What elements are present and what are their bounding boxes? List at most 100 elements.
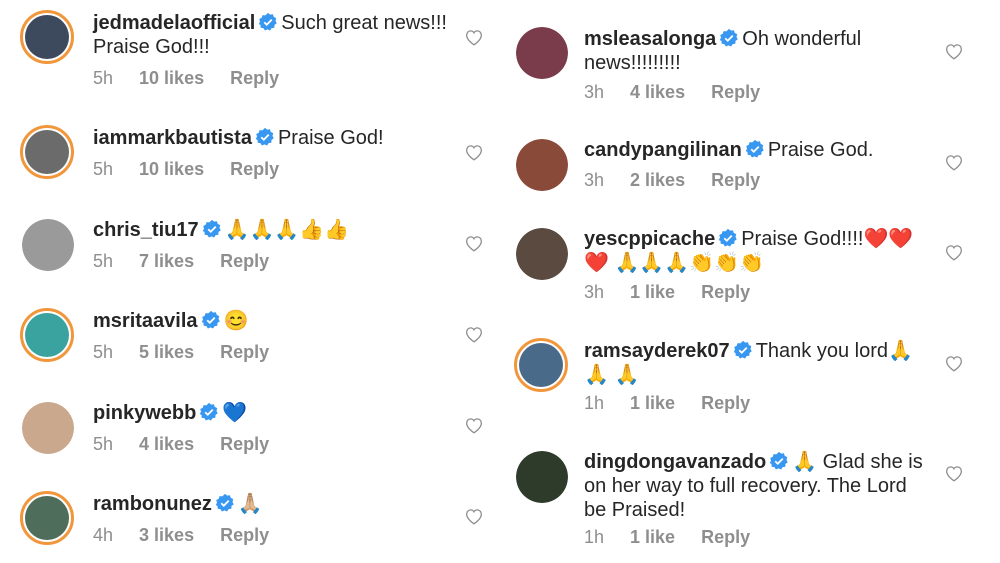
comment-time: 5h (93, 159, 114, 179)
verified-badge-icon (215, 493, 234, 512)
comment-meta: 3h 1 like Reply (584, 282, 776, 303)
comment-meta: 5h 5 likes Reply (93, 342, 295, 363)
heart-outline-icon[interactable] (944, 243, 964, 261)
heart-outline-icon[interactable] (464, 143, 484, 161)
comment-body: dingdongavanzado 🙏 Glad she is on her way… (584, 450, 934, 522)
comment-text: 🙏🙏🙏👍👍 (224, 219, 350, 241)
comment-meta: 3h 4 likes Reply (584, 82, 786, 103)
username[interactable]: rambonunez (93, 493, 212, 515)
comment-time: 4h (93, 525, 114, 545)
username[interactable]: pinkywebb (93, 402, 196, 424)
avatar[interactable] (22, 219, 74, 271)
verified-badge-icon (769, 451, 788, 470)
heart-outline-icon[interactable] (944, 153, 964, 171)
heart-outline-icon[interactable] (944, 354, 964, 372)
reply-button[interactable]: Reply (230, 159, 279, 179)
reply-button[interactable]: Reply (711, 170, 760, 190)
heart-outline-icon[interactable] (464, 325, 484, 343)
heart-outline-icon[interactable] (464, 416, 484, 434)
comment-time: 5h (93, 251, 114, 271)
avatar[interactable] (20, 10, 74, 64)
username[interactable]: ramsayderek07 (584, 340, 730, 362)
comment-time: 5h (93, 434, 114, 454)
likes-count[interactable]: 1 like (630, 282, 675, 302)
heart-outline-icon[interactable] (464, 28, 484, 46)
comment-meta: 4h 3 likes Reply (93, 525, 295, 546)
comment-time: 3h (584, 170, 605, 190)
avatar[interactable] (516, 27, 568, 79)
heart-outline-icon[interactable] (944, 464, 964, 482)
verified-badge-icon (255, 127, 274, 146)
comment-body: jedmadelaofficial Such great news!!! Prai… (93, 11, 453, 59)
comment-time: 3h (584, 282, 605, 302)
comment-meta: 1h 1 like Reply (584, 393, 776, 414)
comment-body: msleasalonga Oh wonderful news!!!!!!!!! (584, 27, 954, 75)
comment-text: 😊 (223, 310, 249, 332)
left-comment-column: jedmadelaofficial Such great news!!! Prai… (0, 0, 492, 563)
verified-badge-icon (201, 310, 220, 329)
verified-badge-icon (259, 12, 278, 31)
heart-outline-icon[interactable] (944, 42, 964, 60)
username[interactable]: jedmadelaofficial (93, 12, 255, 34)
avatar[interactable] (22, 402, 74, 454)
comment-meta: 3h 2 likes Reply (584, 170, 786, 191)
comment-time: 3h (584, 82, 605, 102)
reply-button[interactable]: Reply (701, 527, 750, 547)
heart-outline-icon[interactable] (464, 234, 484, 252)
comment-body: yescppicache Praise God!!!!❤️❤️❤️ 🙏🙏🙏👏👏👏 (584, 227, 934, 275)
avatar[interactable] (516, 228, 568, 280)
right-comment-column: msleasalonga Oh wonderful news!!!!!!!!! 3… (508, 0, 1000, 563)
likes-count[interactable]: 1 like (630, 527, 675, 547)
username[interactable]: msritaavila (93, 310, 198, 332)
comment-time: 1h (584, 393, 605, 413)
username[interactable]: dingdongavanzado (584, 451, 766, 473)
likes-count[interactable]: 10 likes (139, 159, 204, 179)
comment-body: chris_tiu17 🙏🙏🙏👍👍 (93, 218, 453, 242)
likes-count[interactable]: 7 likes (139, 251, 194, 271)
verified-badge-icon (200, 402, 219, 421)
reply-button[interactable]: Reply (220, 251, 269, 271)
comment-body: msritaavila 😊 (93, 309, 453, 333)
username[interactable]: msleasalonga (584, 28, 716, 50)
comment-meta: 1h 1 like Reply (584, 527, 776, 548)
username[interactable]: iammarkbautista (93, 127, 252, 149)
reply-button[interactable]: Reply (701, 282, 750, 302)
reply-button[interactable]: Reply (220, 342, 269, 362)
likes-count[interactable]: 4 likes (139, 434, 194, 454)
reply-button[interactable]: Reply (711, 82, 760, 102)
username[interactable]: chris_tiu17 (93, 219, 199, 241)
avatar[interactable] (516, 139, 568, 191)
likes-count[interactable]: 3 likes (139, 525, 194, 545)
comment-meta: 5h 10 likes Reply (93, 159, 305, 180)
likes-count[interactable]: 10 likes (139, 68, 204, 88)
username[interactable]: candypangilinan (584, 139, 742, 161)
comment-body: candypangilinan Praise God. (584, 138, 954, 162)
comment-body: ramsayderek07 Thank you lord🙏🙏 🙏 (584, 339, 934, 387)
comment-time: 5h (93, 68, 114, 88)
comment-text: Praise God. (767, 139, 874, 161)
avatar[interactable] (20, 491, 74, 545)
reply-button[interactable]: Reply (230, 68, 279, 88)
reply-button[interactable]: Reply (701, 393, 750, 413)
heart-outline-icon[interactable] (464, 507, 484, 525)
reply-button[interactable]: Reply (220, 434, 269, 454)
likes-count[interactable]: 1 like (630, 393, 675, 413)
comment-meta: 5h 10 likes Reply (93, 68, 305, 89)
reply-button[interactable]: Reply (220, 525, 269, 545)
likes-count[interactable]: 2 likes (630, 170, 685, 190)
username[interactable]: yescppicache (584, 228, 715, 250)
avatar[interactable] (514, 338, 568, 392)
verified-badge-icon (720, 28, 739, 47)
comment-time: 5h (93, 342, 114, 362)
verified-badge-icon (745, 139, 764, 158)
avatar[interactable] (516, 451, 568, 503)
comment-meta: 5h 4 likes Reply (93, 434, 295, 455)
comment-body: pinkywebb 💙 (93, 401, 453, 425)
avatar[interactable] (20, 308, 74, 362)
likes-count[interactable]: 4 likes (630, 82, 685, 102)
verified-badge-icon (718, 228, 737, 247)
verified-badge-icon (733, 340, 752, 359)
verified-badge-icon (202, 219, 221, 238)
avatar[interactable] (20, 125, 74, 179)
likes-count[interactable]: 5 likes (139, 342, 194, 362)
